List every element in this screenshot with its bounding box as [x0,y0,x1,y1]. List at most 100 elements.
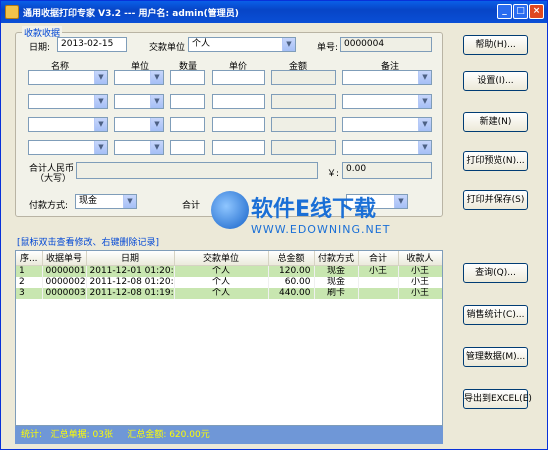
new-button[interactable]: 新建(N) [463,112,528,132]
pay-method-value: 现金 [79,196,98,206]
list-hint-label: [鼠标双击查看修改、右键删除记录] [17,238,160,248]
app-icon [5,5,19,19]
list-header-cell[interactable]: 序... [16,251,43,266]
list-header-row: 序... 收据单号 日期 交款单位 总金额 付款方式 合计 收款人 [16,251,442,266]
item-price-field[interactable] [212,117,265,132]
cell-seq: 3 [16,287,43,299]
chevron-down-icon[interactable]: ▼ [94,141,107,154]
watermark-line1: 软件E线下载 [251,197,377,222]
watermark-line2: WWW.EDOWNING.NET [251,223,391,236]
status-amount: 汇总金额: 620.00元 [127,430,210,440]
item-price-field[interactable] [212,70,265,85]
list-header-cell[interactable]: 收据单号 [42,251,87,266]
list-header-cell[interactable]: 合计 [358,251,399,266]
item-remark-combo[interactable]: ▼ [342,94,432,109]
cell-payee: 小王 [398,276,442,288]
chevron-down-icon[interactable]: ▼ [150,95,163,108]
cell-pay: 现金 [314,276,359,288]
unit-combo[interactable]: 个人 ▼ [188,37,296,52]
cell-sum [358,287,399,299]
status-bar: 统计: 汇总单据: 03张 汇总金额: 620.00元 [15,426,443,444]
title-bar[interactable]: 通用收据打印专家 V3.2 --- 用户名: admin(管理员) _ □ × [1,1,547,23]
item-price-field[interactable] [212,94,265,109]
cell-unit: 个人 [174,265,269,277]
yen-label: ￥: [327,169,340,179]
list-header-cell[interactable]: 总金额 [268,251,315,266]
maximize-button[interactable]: □ [513,4,528,19]
date-label: 日期: [29,43,51,53]
cell-payee: 小王 [398,287,442,299]
chevron-down-icon[interactable]: ▼ [150,118,163,131]
chevron-down-icon[interactable]: ▼ [123,195,136,208]
query-button[interactable]: 查询(Q)... [463,263,528,283]
cell-pay: 现金 [314,265,359,277]
cell-no: 0000003 [42,287,87,299]
item-unit-combo[interactable]: ▼ [114,94,164,109]
settings-button[interactable]: 设置(I)... [463,71,528,91]
print-preview-button[interactable]: 打印预览(N)... [463,151,528,171]
total-value-field: 0.00 [342,162,432,179]
receipt-group-title: 收款收据 [22,26,63,39]
item-qty-field[interactable] [170,140,205,155]
list-header-cell[interactable]: 付款方式 [314,251,359,266]
unit-label: 交款单位 [149,43,186,53]
item-name-combo[interactable]: ▼ [28,140,108,155]
table-row[interactable]: 1 0000001 2011-12-01 01:20:35 个人 120.00 … [16,265,442,277]
close-button[interactable]: × [529,4,544,19]
total-cn-sublabel: （大写） [35,174,72,184]
chevron-down-icon[interactable]: ▼ [418,71,431,84]
cell-no: 0000002 [42,276,87,288]
export-excel-button[interactable]: 导出到EXCEL(E) [463,389,532,409]
cell-pay: 刷卡 [314,287,359,299]
chevron-down-icon[interactable]: ▼ [150,71,163,84]
manage-data-button[interactable]: 管理数据(M)... [463,347,528,367]
cell-sum [358,276,399,288]
chevron-down-icon[interactable]: ▼ [418,95,431,108]
sales-stats-button[interactable]: 销售统计(C)... [463,305,528,325]
item-unit-combo[interactable]: ▼ [114,70,164,85]
item-remark-combo[interactable]: ▼ [342,117,432,132]
item-remark-combo[interactable]: ▼ [342,140,432,155]
item-unit-combo[interactable]: ▼ [114,140,164,155]
records-list[interactable]: 序... 收据单号 日期 交款单位 总金额 付款方式 合计 收款人 1 0000… [15,250,443,426]
chevron-down-icon[interactable]: ▼ [418,118,431,131]
print-save-button[interactable]: 打印并保存(S) [463,190,528,210]
chevron-down-icon[interactable]: ▼ [282,38,295,51]
cell-unit: 个人 [174,276,269,288]
item-qty-field[interactable] [170,117,205,132]
cell-no: 0000001 [42,265,87,277]
chevron-down-icon[interactable]: ▼ [94,118,107,131]
cell-seq: 2 [16,276,43,288]
chevron-down-icon[interactable]: ▼ [94,71,107,84]
list-header-cell[interactable]: 收款人 [398,251,442,266]
item-amount-field [271,140,336,155]
table-row[interactable]: 2 0000002 2011-12-08 01:20:24 个人 60.00 现… [16,276,442,288]
list-header-cell[interactable]: 日期 [86,251,175,266]
table-row[interactable]: 3 0000003 2011-12-08 01:19:20 个人 440.00 … [16,287,442,299]
item-qty-field[interactable] [170,70,205,85]
cell-unit: 个人 [174,287,269,299]
item-name-combo[interactable]: ▼ [28,94,108,109]
chevron-down-icon[interactable]: ▼ [418,141,431,154]
minimize-button[interactable]: _ [497,4,512,19]
sum-label: 合计 [182,201,201,211]
chevron-down-icon[interactable]: ▼ [394,195,407,208]
item-amount-field [271,117,336,132]
cell-date: 2011-12-08 01:20:24 [86,276,175,288]
help-button[interactable]: 帮助(H)... [463,35,528,55]
cell-total: 60.00 [268,276,315,288]
chevron-down-icon[interactable]: ▼ [94,95,107,108]
item-name-combo[interactable]: ▼ [28,70,108,85]
item-price-field[interactable] [212,140,265,155]
item-unit-combo[interactable]: ▼ [114,117,164,132]
list-header-cell[interactable]: 交款单位 [174,251,269,266]
status-label: 统计: [21,430,43,440]
item-name-combo[interactable]: ▼ [28,117,108,132]
cell-total: 120.00 [268,265,315,277]
date-picker[interactable]: 2013-02-15 [57,37,127,52]
chevron-down-icon[interactable]: ▼ [150,141,163,154]
item-remark-combo[interactable]: ▼ [342,70,432,85]
receipt-no-field[interactable]: 0000004 [340,37,432,52]
item-qty-field[interactable] [170,94,205,109]
pay-method-combo[interactable]: 现金 ▼ [75,194,137,209]
